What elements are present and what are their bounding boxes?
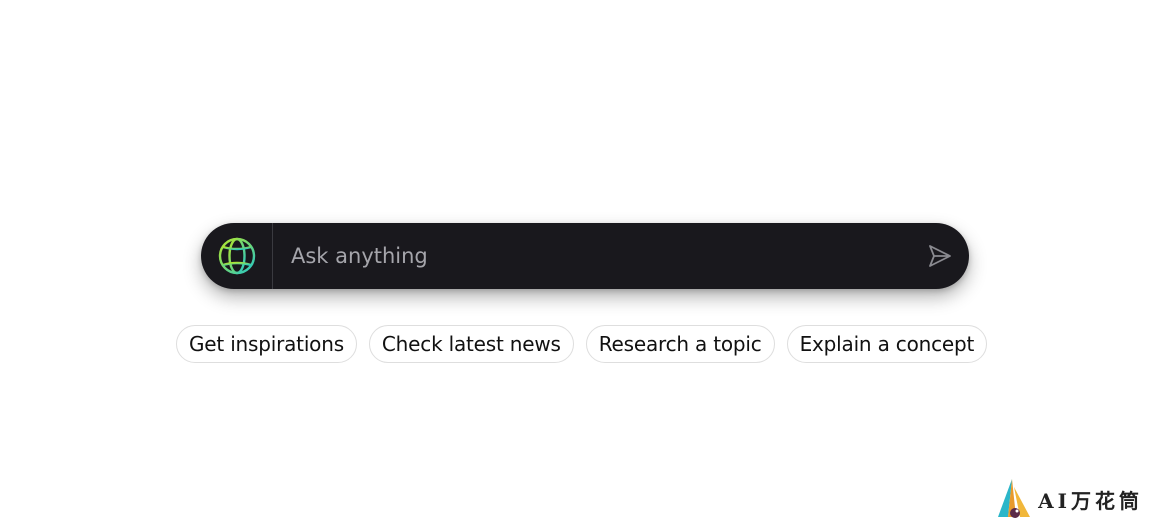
watermark-text: AI万花筒 [1038, 488, 1143, 513]
globe-icon [218, 237, 255, 275]
chip-check-latest-news[interactable]: Check latest news [368, 325, 574, 363]
suggestion-chips: Get inspirations Check latest news Resea… [176, 325, 988, 363]
watermark-logo-icon [998, 479, 1031, 518]
watermark: AI万花筒 [994, 477, 1143, 521]
chip-explain-a-concept[interactable]: Explain a concept [786, 325, 988, 363]
send-button[interactable] [911, 223, 969, 289]
globe-button[interactable] [201, 223, 273, 289]
send-icon [929, 245, 951, 267]
search-input[interactable] [273, 223, 911, 289]
page: Get inspirations Check latest news Resea… [0, 0, 1161, 529]
search-bar [201, 223, 969, 289]
chip-get-inspirations[interactable]: Get inspirations [176, 325, 357, 363]
chip-research-a-topic[interactable]: Research a topic [585, 325, 775, 363]
